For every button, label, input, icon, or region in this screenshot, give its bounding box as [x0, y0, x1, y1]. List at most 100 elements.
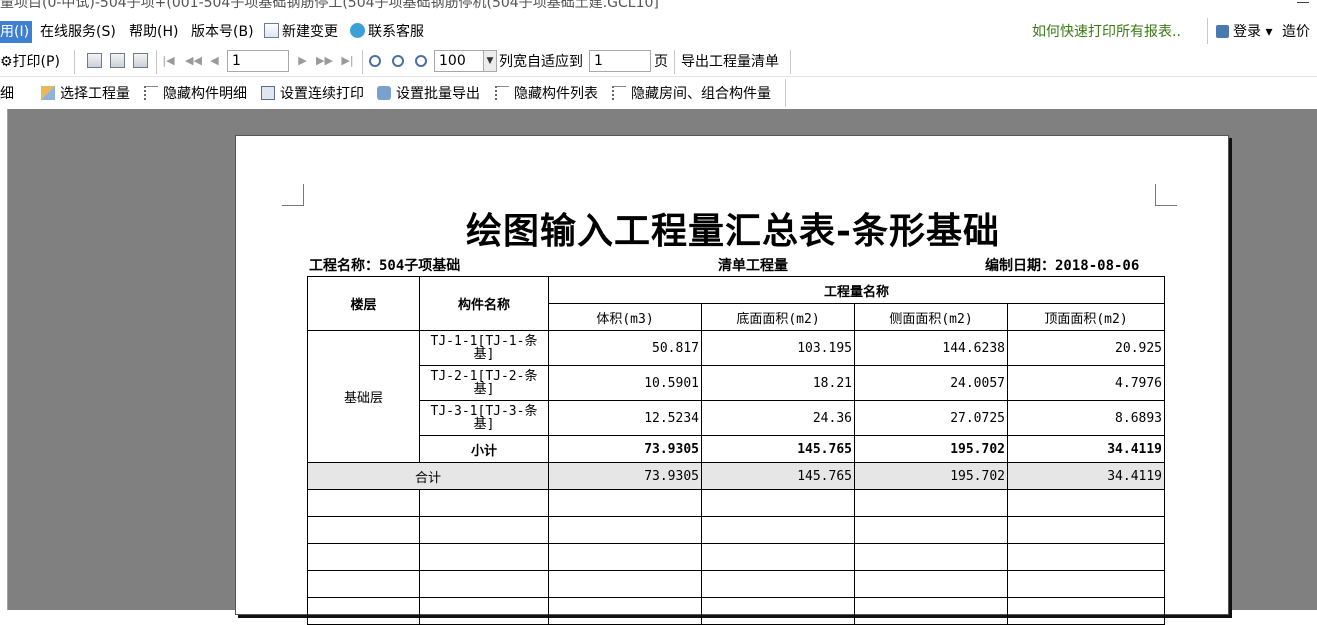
volume-cell: 12.5234	[548, 400, 702, 436]
fit-width-label: 列宽自适应到	[499, 54, 583, 70]
toolbar-divider	[362, 50, 363, 74]
empty-cell	[701, 489, 855, 517]
export-bill-button[interactable]: 导出工程量清单	[681, 52, 779, 72]
report-page: 绘图输入工程量汇总表-条形基础 工程名称：504子项基础 清单工程量 编制日期：…	[235, 135, 1229, 625]
side-area-cell: 24.0057	[854, 365, 1008, 401]
total-bottom-area: 145.765	[701, 462, 855, 490]
empty-cell	[548, 570, 702, 598]
empty-cell	[1006, 489, 1166, 517]
table-row: TJ-2-1[TJ-2-条基] 10.5901 18.21 24.0057 4.…	[308, 365, 1166, 401]
prev-page-icon[interactable]: ◀	[207, 53, 222, 68]
detail-button[interactable]: 细	[0, 84, 14, 104]
total-top-area: 34.4119	[1006, 462, 1166, 490]
empty-row	[307, 543, 1166, 571]
toolbar-divider	[790, 50, 791, 74]
zoom-value-input[interactable]: 100	[434, 50, 484, 72]
menu-new-change-label: 新建变更	[282, 24, 338, 40]
report-options-toolbar: 细 选择工程量 隐藏构件明细 设置连续打印 设置批量导出 隐藏构件列表 隐藏房间…	[0, 78, 1317, 109]
subtotal-top-area: 34.4119	[1006, 435, 1166, 463]
page-number-input[interactable]: 1	[227, 50, 289, 72]
hide-detail-icon	[144, 86, 158, 100]
hide-component-list-button[interactable]: 隐藏构件列表	[514, 84, 598, 104]
zoom-in-icon[interactable]	[369, 55, 381, 67]
print-button[interactable]: ⚙打印(P)	[0, 52, 60, 72]
empty-cell	[307, 516, 420, 544]
zoom-icon[interactable]	[415, 55, 427, 67]
menu-tools[interactable]: 用(I)	[0, 21, 33, 43]
select-quantity-icon	[41, 86, 55, 100]
empty-cell	[701, 543, 855, 571]
last-page-icon[interactable]: ▶|	[340, 53, 355, 68]
header-side-area: 侧面面积(m2)	[854, 303, 1008, 331]
menu-version-label: 版本号(B)	[191, 24, 254, 40]
zoom-dropdown-chevron-icon[interactable]: ▼	[483, 50, 497, 72]
empty-cell	[854, 516, 1008, 544]
empty-cell	[854, 543, 1008, 571]
empty-row	[307, 489, 1166, 517]
prev-fast-icon[interactable]: ◀◀	[185, 53, 202, 68]
empty-cell	[419, 543, 549, 571]
fit-pages-input[interactable]: 1	[589, 50, 651, 72]
bottom-area-cell: 24.36	[701, 400, 855, 436]
batch-export-icon	[377, 86, 391, 100]
next-fast-icon[interactable]: ▶▶	[316, 53, 333, 68]
header-volume: 体积(m3)	[548, 303, 702, 331]
multi-page-icon[interactable]	[133, 53, 148, 68]
empty-cell	[548, 516, 702, 544]
single-page-icon[interactable]	[87, 53, 102, 68]
hide-component-detail-button[interactable]: 隐藏构件明细	[163, 84, 247, 104]
left-panel-edge	[0, 109, 8, 610]
empty-cell	[419, 597, 549, 625]
hide-room-icon	[612, 86, 626, 100]
empty-cell	[701, 516, 855, 544]
hide-room-combo-button[interactable]: 隐藏房间、组合构件量	[631, 84, 771, 104]
empty-row	[307, 570, 1166, 598]
menu-help[interactable]: 帮助(H)	[129, 21, 178, 43]
component-cell: TJ-3-1[TJ-3-条基]	[419, 400, 549, 436]
next-page-icon[interactable]: ▶	[295, 53, 310, 68]
empty-cell	[419, 570, 549, 598]
two-page-icon[interactable]	[110, 53, 125, 68]
menu-online-service-label: 在线服务(S)	[40, 24, 116, 40]
quantity-summary-table: 楼层 构件名称 工程量名称 体积(m3) 底面面积(m2) 侧面面积(m2) 顶…	[307, 276, 1166, 625]
print-preview-toolbar: ⚙打印(P) |◀ ◀◀ ◀ 1 ▶ ▶▶ ▶| 100 ▼ 列宽自适应到 1 …	[0, 46, 1317, 77]
empty-cell	[854, 597, 1008, 625]
zaojia-menu[interactable]: 造价	[1282, 21, 1310, 41]
user-icon	[1216, 25, 1229, 38]
table-header-row: 楼层 构件名称 工程量名称	[307, 276, 1166, 331]
quantity-category: 清单工程量	[718, 258, 788, 274]
empty-cell	[1006, 597, 1166, 625]
table-row: 基础层 TJ-1-1[TJ-1-条基] 50.817 103.195 144.6…	[307, 330, 1166, 463]
total-volume: 73.9305	[548, 462, 702, 490]
subtotal-volume: 73.9305	[548, 435, 702, 463]
toolbar-divider	[156, 50, 157, 74]
menu-contact-support[interactable]: 联系客服	[350, 21, 424, 43]
page-unit-label: 页	[654, 54, 668, 70]
empty-cell	[307, 570, 420, 598]
set-batch-export-button[interactable]: 设置批量导出	[396, 84, 480, 104]
set-continuous-print-button[interactable]: 设置连续打印	[280, 84, 364, 104]
minimize-icon[interactable]	[1297, 2, 1309, 3]
empty-row	[307, 516, 1166, 544]
select-quantity-button[interactable]: 选择工程量	[60, 84, 130, 104]
empty-cell	[854, 489, 1008, 517]
bottom-area-cell: 103.195	[701, 330, 855, 366]
toolbar-divider	[674, 50, 675, 74]
volume-cell: 10.5901	[548, 365, 702, 401]
subtotal-row: 小计 73.9305 145.765 195.702 34.4119	[308, 435, 1166, 463]
login-button[interactable]: 登录 ▾	[1216, 21, 1272, 41]
quick-print-tip-link[interactable]: 如何快速打印所有报表..	[1032, 21, 1181, 41]
menu-online-service[interactable]: 在线服务(S)	[40, 21, 116, 43]
menu-tools-label: 用(I)	[0, 24, 30, 40]
toolbar-divider	[74, 50, 75, 74]
empty-cell	[307, 489, 420, 517]
menu-new-change[interactable]: 新建变更	[264, 21, 338, 43]
support-robot-icon	[350, 23, 365, 38]
total-side-area: 195.702	[854, 462, 1008, 490]
header-component: 构件名称	[419, 276, 549, 331]
menu-version[interactable]: 版本号(B)	[191, 21, 254, 43]
first-page-icon[interactable]: |◀	[161, 53, 176, 68]
login-label: 登录	[1233, 24, 1261, 40]
zoom-out-icon[interactable]	[392, 55, 404, 67]
preview-workspace: 绘图输入工程量汇总表-条形基础 工程名称：504子项基础 清单工程量 编制日期：…	[0, 109, 1317, 625]
